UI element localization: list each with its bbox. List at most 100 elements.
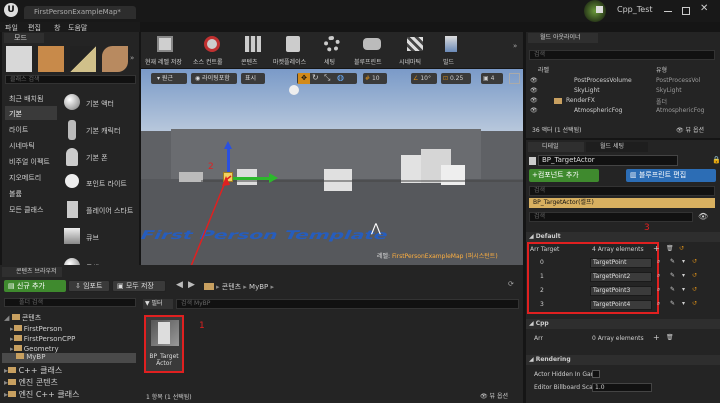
- property-search-input[interactable]: 검색: [529, 212, 693, 222]
- reset-icon[interactable]: ↺: [692, 272, 697, 279]
- asset-search-input[interactable]: 검색 MyBP: [176, 299, 519, 309]
- outliner-search-input[interactable]: 검색: [529, 50, 715, 60]
- viewport[interactable]: First Person Template ▾ 원근 ◉ 라이팅포함 표시 ✥ …: [141, 69, 523, 266]
- tree-mybp[interactable]: MyBP: [2, 353, 136, 363]
- forward-icon[interactable]: ▶: [188, 280, 195, 290]
- perspective-button[interactable]: ▾ 원근: [151, 73, 187, 84]
- place-item-playerstart[interactable]: 플레이어 스타트: [60, 199, 138, 221]
- eye-icon[interactable]: 👁: [530, 107, 538, 114]
- scale-snap-button[interactable]: ⊡ 0.25: [441, 73, 471, 84]
- outliner-tab[interactable]: 월드 아웃라이너: [528, 33, 598, 43]
- add-element-icon[interactable]: +: [653, 244, 660, 253]
- array-element-select[interactable]: TargetPoint3: [590, 286, 652, 296]
- maximize-viewport-icon[interactable]: [509, 73, 520, 84]
- tree-firstpersoncpp[interactable]: ▸ FirstPersonCPP: [10, 335, 75, 343]
- section-default[interactable]: ◢ Default: [526, 232, 720, 242]
- save-all-button[interactable]: ▣ 모두 저장: [112, 280, 166, 292]
- category-lights[interactable]: 라이트: [9, 125, 28, 135]
- tree-engine-cpp[interactable]: ▸ 엔진 C++ 클래스: [4, 389, 79, 400]
- outliner-row[interactable]: 👁 SkyLight SkyLight: [526, 86, 720, 96]
- lock-icon[interactable]: 🔒: [712, 156, 720, 164]
- back-icon[interactable]: ◀: [176, 280, 183, 290]
- target-point-marker[interactable]: ⋀: [371, 221, 381, 235]
- section-rendering[interactable]: ◢ Rendering: [526, 355, 720, 365]
- section-cpp[interactable]: ◢ Cpp: [526, 319, 720, 329]
- category-all[interactable]: 모든 클래스: [9, 205, 43, 215]
- mode-paint-icon[interactable]: [38, 46, 64, 72]
- rotation-snap-button[interactable]: ∠ 10°: [411, 73, 437, 84]
- import-button[interactable]: ⇩ 임포트: [68, 280, 110, 292]
- add-new-button[interactable]: ▤ 신규 추가: [4, 280, 66, 292]
- dropdown-icon[interactable]: ▾: [682, 286, 685, 293]
- place-item-pawn[interactable]: 기본 폰: [60, 146, 138, 168]
- class-search-input[interactable]: 클래스 검색: [5, 75, 136, 84]
- actor-name-field[interactable]: BP_TargetActor: [538, 155, 678, 166]
- folder-search-input[interactable]: 폴더 검색: [4, 298, 136, 307]
- edit-blueprint-button[interactable]: ▥ 블루프린트 편집: [626, 169, 716, 182]
- reset-icon[interactable]: ↺: [692, 286, 697, 293]
- details-tab[interactable]: 디테일: [528, 142, 584, 152]
- array-element-select[interactable]: TargetPoint4: [590, 300, 652, 310]
- outliner-view-options[interactable]: 👁 뷰 옵션: [676, 125, 704, 134]
- dropdown-icon[interactable]: ▾: [682, 300, 685, 307]
- blueprints-button[interactable]: 블루프린트: [351, 34, 393, 66]
- modes-tab[interactable]: 모드: [4, 33, 44, 43]
- maximize-icon[interactable]: [682, 7, 690, 15]
- breadcrumb-content[interactable]: 콘텐츠: [222, 283, 241, 291]
- filter-button[interactable]: ▼ 필터: [143, 299, 173, 309]
- search-icon[interactable]: ⌕: [657, 300, 660, 308]
- category-volumes[interactable]: 볼륨: [9, 189, 22, 199]
- picker-icon[interactable]: ✎: [670, 258, 675, 265]
- component-self-item[interactable]: BP_TargetActor(셀프): [529, 198, 715, 208]
- place-item-character[interactable]: 기본 캐릭터: [60, 119, 138, 141]
- picker-icon[interactable]: ✎: [670, 286, 675, 293]
- search-icon[interactable]: ⌕: [657, 258, 660, 266]
- component-search-input[interactable]: 검색: [529, 186, 715, 196]
- add-component-button[interactable]: +컴포넌트 추가: [529, 169, 599, 182]
- save-level-button[interactable]: 현재 레벨 저장: [143, 34, 189, 66]
- array-element-select[interactable]: TargetPoint2: [590, 272, 652, 282]
- rotate-icon[interactable]: ↻: [312, 73, 319, 82]
- trash-icon[interactable]: 🗑: [666, 334, 674, 341]
- camera-speed-button[interactable]: ▣ 4: [481, 73, 503, 84]
- chevron-icon[interactable]: »: [130, 54, 134, 62]
- content-button[interactable]: 콘텐츠: [237, 34, 269, 66]
- search-icon[interactable]: ⌕: [657, 272, 660, 280]
- mode-foliage-icon[interactable]: [102, 46, 128, 72]
- level-tab[interactable]: FirstPersonExampleMap*: [24, 6, 136, 19]
- source-control-button[interactable]: 소스 컨트롤: [191, 34, 233, 66]
- mode-place-icon[interactable]: [6, 46, 32, 72]
- history-icon[interactable]: ⟳: [508, 280, 514, 288]
- close-icon[interactable]: ✕: [700, 3, 708, 14]
- category-vfx[interactable]: 비주얼 이펙트: [9, 157, 50, 167]
- reset-icon[interactable]: ↺: [692, 300, 697, 307]
- tree-cpp-classes[interactable]: ▸ C++ 클래스: [4, 365, 62, 376]
- place-item-pointlight[interactable]: 포인트 라이트: [60, 172, 138, 194]
- picker-icon[interactable]: ✎: [670, 272, 675, 279]
- reset-icon[interactable]: ↺: [692, 258, 697, 265]
- lit-button[interactable]: ◉ 라이팅포함: [191, 73, 237, 84]
- content-view-options[interactable]: 👁 뷰 옵션: [480, 391, 508, 400]
- details-view-options-icon[interactable]: 👁: [698, 212, 708, 221]
- grid-snap-button[interactable]: # 10: [363, 73, 387, 84]
- world-settings-tab[interactable]: 월드 세팅: [586, 142, 648, 152]
- add-element-icon[interactable]: +: [653, 333, 660, 342]
- eye-icon[interactable]: 👁: [530, 87, 538, 94]
- array-element-select[interactable]: TargetPoint: [590, 258, 652, 268]
- tree-geometry[interactable]: ▸ Geometry: [10, 345, 59, 353]
- checkbox[interactable]: [592, 370, 600, 378]
- minimize-icon[interactable]: [664, 11, 672, 12]
- outliner-row[interactable]: 👁 PostProcessVolume PostProcessVol: [526, 76, 720, 86]
- show-button[interactable]: 표시: [241, 73, 265, 84]
- tree-content[interactable]: ◢ 콘텐츠: [4, 313, 134, 323]
- eye-icon[interactable]: 👁: [530, 97, 538, 104]
- category-geometry[interactable]: 지오메트리: [9, 173, 41, 183]
- dropdown-icon[interactable]: ▾: [682, 258, 685, 265]
- dropdown-icon[interactable]: ▾: [682, 272, 685, 279]
- category-cinematic[interactable]: 시네마틱: [9, 141, 35, 151]
- content-browser-tab[interactable]: 콘텐츠 브라우저: [2, 267, 62, 277]
- place-item-cube[interactable]: 큐브: [60, 226, 138, 248]
- breadcrumb-mybp[interactable]: MyBP: [249, 283, 268, 291]
- tree-firstperson[interactable]: ▸ FirstPerson: [10, 325, 62, 333]
- world-icon[interactable]: ◍: [337, 73, 344, 82]
